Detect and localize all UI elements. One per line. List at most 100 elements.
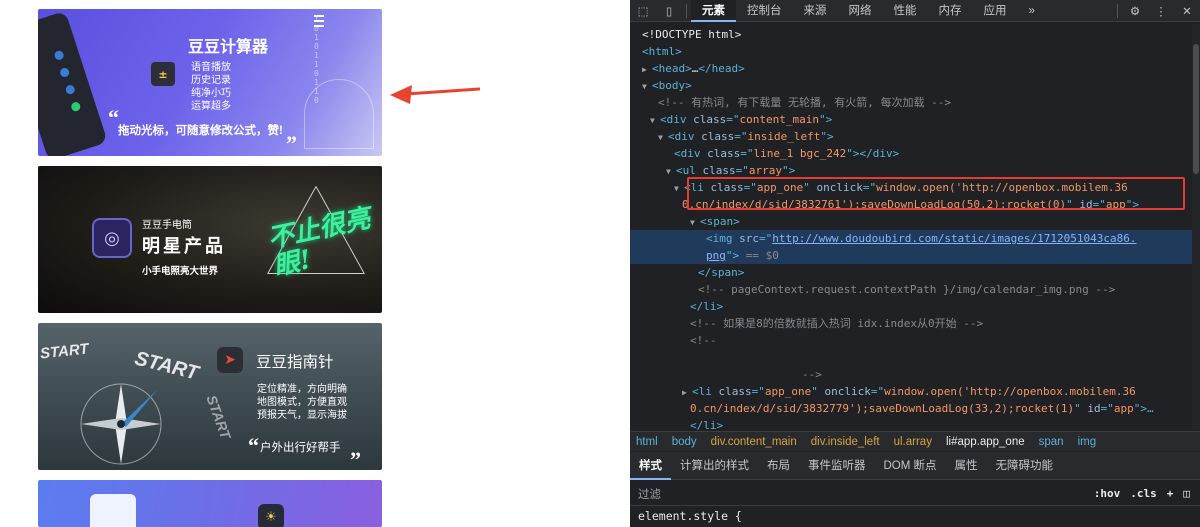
flashlight-title: 明星产品 xyxy=(142,236,226,257)
expand-triangle-icon[interactable]: ▼ xyxy=(642,78,652,94)
dom-node-line[interactable]: <!-- pageContext.request.contextPath }/i… xyxy=(630,281,1192,298)
flashlight-brand: 豆豆手电筒 xyxy=(142,220,192,231)
dom-node-line[interactable]: </li> xyxy=(630,417,1192,430)
dom-node-selected[interactable]: png"> == $0 xyxy=(630,247,1192,264)
hover-state-toggle[interactable]: :hov xyxy=(1094,487,1121,500)
dom-node-line[interactable]: ▼ <div class="inside_left"> xyxy=(630,128,1192,145)
filter-input[interactable]: 过滤 xyxy=(638,486,661,502)
dom-token-tag: <span> xyxy=(700,215,740,228)
dom-node-line[interactable]: --> xyxy=(630,366,1192,383)
dom-node-line[interactable]: <html> xyxy=(630,43,1192,60)
dom-token-tag: "> xyxy=(725,249,740,262)
tab-elements[interactable]: 元素 xyxy=(691,0,736,22)
close-icon[interactable]: ✕ xyxy=(1174,0,1200,22)
new-rule-button[interactable]: + xyxy=(1167,487,1174,500)
tab-console[interactable]: 控制台 xyxy=(736,0,793,22)
gear-icon[interactable]: ⚙ xyxy=(1122,0,1148,22)
breadcrumb-item[interactable]: html xyxy=(636,436,658,448)
dom-node-line[interactable]: <!DOCTYPE html> xyxy=(630,26,1192,43)
inspect-element-icon[interactable]: ⬚ xyxy=(630,0,656,22)
tab-layout[interactable]: 布局 xyxy=(758,452,799,480)
dom-token-cmt: <!-- pageContext.request.contextPath }/i… xyxy=(698,283,1116,296)
tab-computed[interactable]: 计算出的样式 xyxy=(671,452,758,480)
breadcrumb-item[interactable]: img xyxy=(1078,436,1097,448)
calculator-title: 豆豆计算器 xyxy=(188,39,269,56)
dom-node-line[interactable]: ▼ <div class="content_main"> xyxy=(630,111,1192,128)
weather-icon: ☀ xyxy=(258,504,284,527)
dom-token-tag: =" xyxy=(759,232,773,245)
tab-network[interactable]: 网络 xyxy=(838,0,883,22)
dom-token-tag: ">… xyxy=(1133,402,1154,415)
breadcrumb-item[interactable]: ul.array xyxy=(894,436,932,448)
compass-rose-icon xyxy=(80,383,162,465)
device-toolbar-icon[interactable]: ▯ xyxy=(656,0,682,22)
dom-token-tag: =" xyxy=(734,130,748,143)
dom-token-tag: "> xyxy=(820,130,834,143)
more-tabs-button[interactable]: » xyxy=(1018,0,1046,22)
breadcrumb-item[interactable]: div.inside_left xyxy=(811,436,880,448)
breadcrumb-item[interactable]: li#app.app_one xyxy=(946,436,1025,448)
expand-triangle-icon[interactable]: ▼ xyxy=(674,180,684,196)
dom-token-val: window.open('http://openbox.mobilem.36 xyxy=(884,385,1136,398)
collapse-triangle-icon[interactable]: ▶ xyxy=(682,384,692,400)
breadcrumb-item[interactable]: span xyxy=(1039,436,1064,448)
tab-dom-breakpoints[interactable]: DOM 断点 xyxy=(875,452,946,480)
dom-node-line[interactable]: </span> xyxy=(630,264,1192,281)
dom-node-line[interactable]: ▶ <li class="app_one" onclick="window.ope… xyxy=(630,383,1192,400)
dom-token-tag: <div xyxy=(660,113,694,126)
class-toggle[interactable]: .cls xyxy=(1130,487,1157,500)
kebab-menu-icon[interactable]: ⋮ xyxy=(1148,0,1174,22)
dom-token-tag: "> xyxy=(818,113,833,126)
breadcrumb-item[interactable]: body xyxy=(672,436,697,448)
dom-token-tag: =" xyxy=(870,385,885,398)
annotation-arrow-icon xyxy=(390,85,480,104)
expand-triangle-icon[interactable]: ▼ xyxy=(666,163,676,179)
tab-accessibility[interactable]: 无障碍功能 xyxy=(987,452,1063,480)
expand-triangle-icon[interactable]: ▼ xyxy=(690,214,700,230)
dom-token-val: inside_left xyxy=(747,130,821,143)
dom-token-tag: " xyxy=(1074,402,1088,415)
dom-node-line[interactable]: ▶ <head>…</head> xyxy=(630,60,1192,77)
dom-node-line[interactable]: <!-- 有热词, 有下载量 无轮播, 有火箭, 每次加载 --> xyxy=(630,94,1192,111)
dom-node-line[interactable]: </li> xyxy=(630,298,1192,315)
feature-text: 地图模式，方便直观 xyxy=(257,397,347,408)
dom-node-line[interactable]: <div class="line_1 bgc_242"></div> xyxy=(630,145,1192,162)
flashlight-banner[interactable]: ◎ 豆豆手电筒 明星产品 小手电照亮大世界 不止很亮眼! xyxy=(38,166,382,313)
tab-memory[interactable]: 内存 xyxy=(928,0,973,22)
tab-styles[interactable]: 样式 xyxy=(630,452,671,480)
calculator-icon: ± xyxy=(151,62,175,86)
neon-slogan: 不止很亮眼! xyxy=(265,203,374,283)
dom-token-tag: <ul xyxy=(676,164,703,177)
dom-token-cmt: <!-- xyxy=(690,334,717,347)
calculator-features: 语音播放 历史记录 纯净小巧 运算超多 xyxy=(178,61,244,113)
phone-illustration xyxy=(38,10,108,156)
scrollbar-thumb[interactable] xyxy=(1193,44,1199,174)
dom-node-line[interactable]: ▼ <body> xyxy=(630,77,1192,94)
collapse-triangle-icon[interactable]: ▶ xyxy=(642,61,652,77)
dom-node-line[interactable]: 0.cn/index/d/sid/3832779');saveDownLoadL… xyxy=(630,400,1192,417)
flashlight-icon: ◎ xyxy=(92,218,132,258)
breadcrumb-item[interactable]: div.content_main xyxy=(711,436,797,448)
dom-token-tag: =" xyxy=(751,385,765,398)
tab-event-listeners[interactable]: 事件监听器 xyxy=(799,452,875,480)
tab-application[interactable]: 应用 xyxy=(973,0,1018,22)
calculator-banner[interactable]: 豆豆计算器 ± 语音播放 历史记录 纯净小巧 运算超多 1010110110 “… xyxy=(38,9,382,156)
weather-banner[interactable]: ☀ xyxy=(38,480,382,527)
toggle-sidebar-icon[interactable]: ◫ xyxy=(1183,487,1190,500)
styles-tab-bar: 样式 计算出的样式 布局 事件监听器 DOM 断点 属性 无障碍功能 xyxy=(630,452,1200,480)
dom-token-val: line_1 bgc_242 xyxy=(753,147,847,160)
tab-sources[interactable]: 来源 xyxy=(793,0,838,22)
dom-node-line[interactable] xyxy=(630,349,1192,366)
dom-scrollbar[interactable] xyxy=(1192,24,1200,430)
dom-node-line[interactable]: ▼ <span> xyxy=(630,213,1192,230)
dom-node-line[interactable]: <!-- 如果是8的倍数就插入热词 idx.index从0开始 --> xyxy=(630,315,1192,332)
tab-performance[interactable]: 性能 xyxy=(883,0,928,22)
expand-triangle-icon[interactable]: ▼ xyxy=(650,112,660,128)
dom-node-line[interactable]: <!-- xyxy=(630,332,1192,349)
dom-node-selected[interactable]: <img src="http://www.doudoubird.com/stat… xyxy=(630,230,1192,247)
dom-token-attr: onclick xyxy=(824,385,871,398)
expand-triangle-icon[interactable]: ▼ xyxy=(658,129,668,145)
compass-icon: ➤ xyxy=(217,347,243,373)
compass-banner[interactable]: START START START ➤ 豆豆指南针 定位精准，方向明确 地图模式… xyxy=(38,323,382,470)
tab-properties[interactable]: 属性 xyxy=(946,452,987,480)
